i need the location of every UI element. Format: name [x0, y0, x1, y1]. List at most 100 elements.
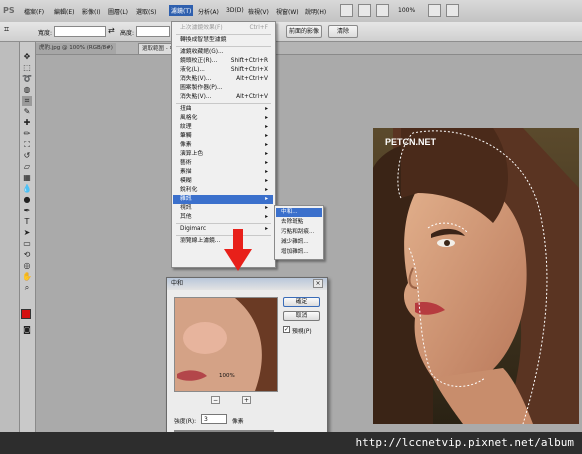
filter-menu-item[interactable]: 視訊 ▸ [173, 204, 273, 213]
menu-filter[interactable]: 濾鏡(T) [169, 5, 194, 16]
filter-menu-item[interactable]: 瀏覽線上濾鏡... [173, 237, 273, 246]
filter-menu-item[interactable]: Digimarc ▸ [173, 225, 273, 234]
preview-label: 預視(P) [292, 329, 312, 335]
noise-submenu-item[interactable]: 中和... [276, 208, 322, 217]
dodge-tool-icon[interactable]: ● [22, 195, 32, 205]
filter-menu-item[interactable]: 演算上色 ▸ [173, 150, 273, 159]
filter-menu-item[interactable]: 上次濾鏡效果(F) Ctrl+F [173, 24, 273, 33]
width-field[interactable] [54, 26, 106, 37]
filter-menu-item-label: 消失點(V)... [180, 94, 212, 100]
noise-submenu-item[interactable]: 污點和刮痕... [276, 228, 322, 237]
photo-watermark: PETCN.NET [385, 137, 437, 147]
noise-submenu: 中和... 去除斑點 污點和刮痕... 減少雜訊... 增加雜訊... [274, 205, 324, 260]
path-select-tool-icon[interactable]: ➤ [22, 228, 32, 238]
filter-menu-item-label: 瀏覽線上濾鏡... [180, 238, 221, 244]
quick-select-tool-icon[interactable]: ◍ [22, 85, 32, 95]
front-image-button[interactable]: 前面的影像 [286, 25, 322, 38]
zoom-out-button[interactable]: − [211, 396, 220, 404]
submenu-arrow-icon: ▸ [265, 196, 268, 202]
filter-menu-item-shortcut: Shift+Ctrl+R [230, 58, 268, 64]
filter-menu-item[interactable]: 藝術 ▸ [173, 159, 273, 168]
filter-menu-item[interactable]: 轉換成智慧型濾鏡 [173, 36, 273, 45]
filter-menu-item[interactable]: 雜訊 ▸ [173, 195, 273, 204]
menu-view[interactable]: 檢視(V) [248, 7, 269, 16]
gradient-tool-icon[interactable]: ▦ [22, 173, 32, 183]
3d-orbit-tool-icon[interactable]: ◎ [22, 261, 32, 271]
filter-menu-item-label: 液化(L)... [180, 67, 205, 73]
filter-menu-item[interactable]: 消失點(V)... Alt+Ctrl+V [173, 93, 273, 102]
median-dialog: 中和 × − 100% + 確定 取消 ✓ 預視(P) 強度(R): 3 像素 [166, 277, 328, 439]
submenu-arrow-icon: ▸ [265, 151, 268, 157]
filter-menu-item[interactable]: 像素 ▸ [173, 141, 273, 150]
filter-menu-item[interactable]: 素描 ▸ [173, 168, 273, 177]
submenu-arrow-icon: ▸ [265, 178, 268, 184]
tools-panel: ✥ ⬚ ➰ ◍ ⌗ ✎ ✚ ✏ ⛶ ↺ ▱ ▦ 💧 ● ✒ T ➤ ▭ ⟲ ◎ … [20, 42, 36, 434]
eraser-tool-icon[interactable]: ▱ [22, 162, 32, 172]
marquee-tool-icon[interactable]: ⬚ [22, 63, 32, 73]
radius-input[interactable]: 3 [201, 414, 227, 424]
lasso-tool-icon[interactable]: ➰ [22, 74, 32, 84]
filter-menu-item[interactable]: 消失點(V)... Alt+Ctrl+V [173, 75, 273, 84]
blur-tool-icon[interactable]: 💧 [22, 184, 32, 194]
clear-button[interactable]: 清除 [328, 25, 358, 38]
filter-menu-item[interactable]: 液化(L)... Shift+Ctrl+X [173, 66, 273, 75]
noise-submenu-item[interactable]: 減少雜訊... [276, 238, 322, 247]
foreground-color-swatch[interactable] [21, 309, 31, 319]
hand-tool-icon[interactable] [428, 4, 441, 17]
filter-menu-item[interactable]: 銳利化 ▸ [173, 186, 273, 195]
close-icon[interactable]: × [313, 279, 323, 288]
healing-tool-icon[interactable]: ✚ [22, 118, 32, 128]
bridge-icon[interactable] [340, 4, 353, 17]
filter-menu-item-label: 扭曲 [180, 106, 192, 112]
swap-icon[interactable]: ⇄ [108, 26, 115, 35]
preview-checkbox[interactable]: ✓ [283, 326, 290, 333]
filter-menu-item[interactable]: 模糊 ▸ [173, 177, 273, 186]
menu-layer[interactable]: 圖層(L) [108, 7, 128, 16]
tab-document-1[interactable]: 虎豹.jpg @ 100% (RGB/8#) [36, 43, 116, 54]
noise-submenu-item[interactable]: 增加雜訊... [276, 248, 322, 257]
menu-image[interactable]: 影像(I) [82, 7, 100, 16]
quick-mask-icon[interactable]: ◙ [22, 325, 32, 335]
menu-help[interactable]: 說明(H) [305, 7, 326, 16]
shape-tool-icon[interactable]: ▭ [22, 239, 32, 249]
cancel-button[interactable]: 取消 [283, 311, 320, 321]
menu-select[interactable]: 選取(S) [136, 7, 157, 16]
hand-tool-icon[interactable]: ✋ [22, 272, 32, 282]
menu-file[interactable]: 檔案(F) [24, 7, 44, 16]
filter-menu-item[interactable]: 圖案製作器(P)... [173, 84, 273, 93]
height-field[interactable] [136, 26, 170, 37]
filter-menu-item-label: 銳利化 [180, 187, 198, 193]
filter-menu-item[interactable]: 筆觸 ▸ [173, 132, 273, 141]
pen-tool-icon[interactable]: ✒ [22, 206, 32, 216]
type-tool-icon[interactable]: T [22, 217, 32, 227]
filter-menu-item[interactable]: 其他 ▸ [173, 213, 273, 222]
crop-tool-icon[interactable]: ⌗ [22, 96, 32, 106]
filter-menu-item[interactable]: 扭曲 ▸ [173, 105, 273, 114]
brush-tool-icon[interactable]: ✏ [22, 129, 32, 139]
crop-icon[interactable]: ⌗ [4, 25, 9, 35]
menu-edit[interactable]: 編輯(E) [54, 7, 74, 16]
menu-window[interactable]: 視窗(W) [276, 7, 299, 16]
arrange-icon[interactable] [446, 4, 459, 17]
photo-image[interactable]: PETCN.NET [373, 128, 579, 424]
zoom-in-button[interactable]: + [242, 396, 251, 404]
portrait-illustration [373, 128, 579, 424]
filter-menu-item[interactable]: 紋理 ▸ [173, 123, 273, 132]
zoom-level[interactable]: 100% [398, 7, 415, 14]
zoom-tool-icon[interactable]: ⌕ [22, 283, 32, 293]
move-tool-icon[interactable]: ✥ [22, 52, 32, 62]
filter-menu-item[interactable]: 濾鏡收藏館(G)... [173, 48, 273, 57]
noise-submenu-item[interactable]: 去除斑點 [276, 218, 322, 227]
minibridge-icon[interactable] [358, 4, 371, 17]
history-brush-icon[interactable]: ↺ [22, 151, 32, 161]
extras-icon[interactable] [376, 4, 389, 17]
3d-rotate-tool-icon[interactable]: ⟲ [22, 250, 32, 260]
menu-3d[interactable]: 3D(D) [226, 7, 244, 14]
stamp-tool-icon[interactable]: ⛶ [22, 140, 32, 150]
ok-button[interactable]: 確定 [283, 297, 320, 307]
menu-analysis[interactable]: 分析(A) [198, 7, 219, 16]
filter-menu-item[interactable]: 風格化 ▸ [173, 114, 273, 123]
eyedropper-tool-icon[interactable]: ✎ [22, 107, 32, 117]
filter-menu-item[interactable]: 鏡頭校正(R)... Shift+Ctrl+R [173, 57, 273, 66]
filter-menu-item-label: 消失點(V)... [180, 76, 212, 82]
